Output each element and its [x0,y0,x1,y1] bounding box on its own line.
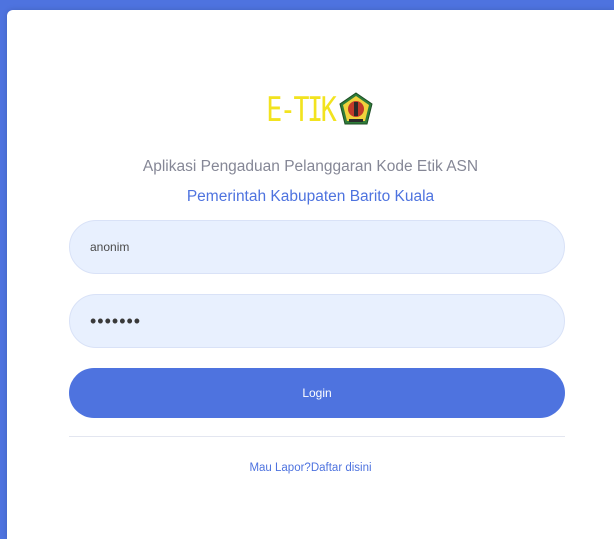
login-button[interactable]: Login [69,368,565,418]
organization-name: Pemerintah Kabupaten Barito Kuala [186,188,435,205]
divider [69,436,565,437]
logo-text: E-TIK [266,90,336,130]
username-input[interactable] [69,220,565,274]
register-link[interactable]: Mau Lapor?Daftar disini [7,462,614,474]
app-title: Aplikasi Pengaduan Pelanggaran Kode Etik… [142,158,479,175]
barito-kuala-emblem-icon [339,92,373,125]
password-input[interactable] [69,294,565,348]
login-card: E-TIK Aplikasi Pengaduan Pelanggaran Kod… [7,10,614,539]
brand-logo: E-TIK [7,92,614,128]
